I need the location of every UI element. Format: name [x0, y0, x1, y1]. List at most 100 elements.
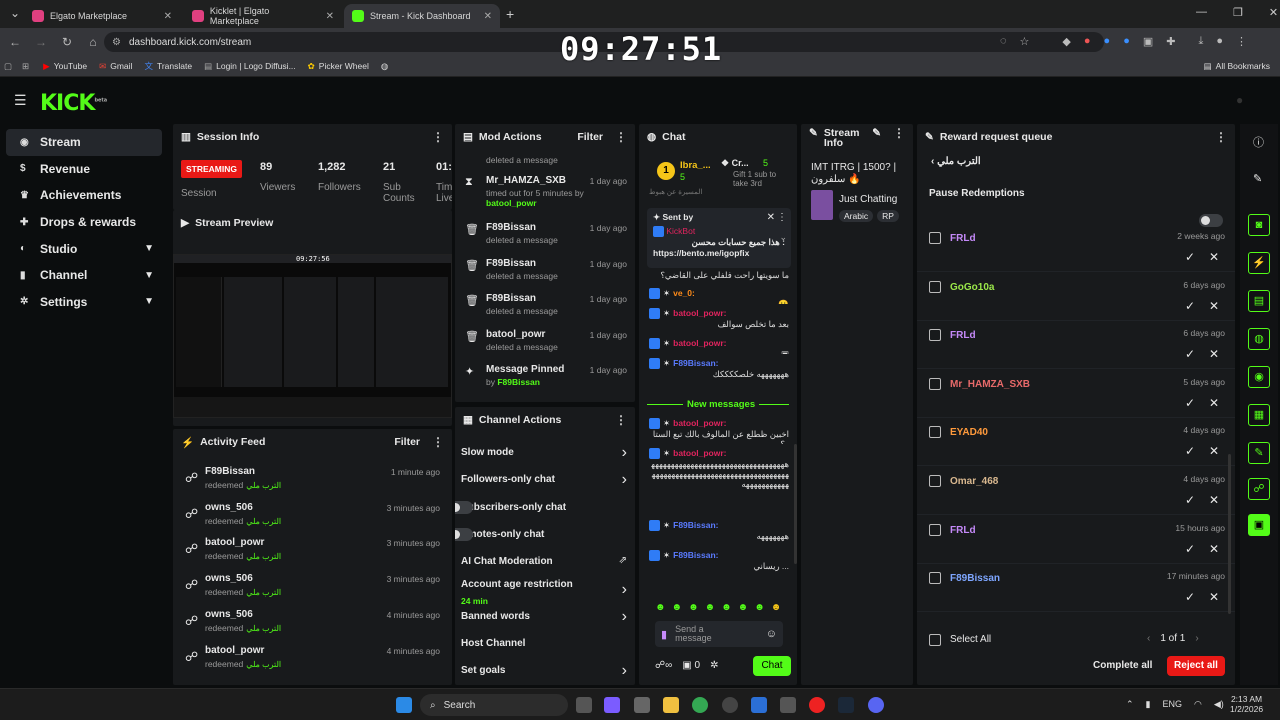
reward-request-item[interactable]: FRLd 2 weeks ago ✓ ✕ [917, 226, 1235, 272]
tab-kick-dashboard[interactable]: Stream - Kick Dashboard ✕ [344, 4, 500, 28]
category-thumbnail[interactable] [811, 190, 833, 220]
more-options-icon[interactable]: ⋮ [1215, 130, 1227, 144]
channel-action-toggle[interactable] [455, 527, 473, 541]
channel-action-item[interactable]: Banned words › [455, 605, 635, 631]
top-gifter-name[interactable]: Ibra_... [680, 160, 711, 171]
chat-input[interactable]: ▮ Send a message ☺ [655, 621, 783, 647]
chat-message[interactable]: ✶ve_0:🙂 [649, 288, 789, 304]
request-user[interactable]: F89Bissan [950, 573, 1000, 584]
request-checkbox[interactable] [929, 426, 941, 439]
filter-button[interactable]: Filter [394, 436, 420, 448]
emote-icon[interactable]: ☻ [771, 602, 782, 613]
sidebar-item-stream[interactable]: ◉ Stream [6, 129, 162, 156]
reject-close-icon[interactable]: ✕ [1209, 493, 1219, 507]
chat-message[interactable]: ✶ F89Bissan: ريساني ... [649, 550, 789, 584]
reject-close-icon[interactable]: ✕ [1209, 299, 1219, 313]
bolt-tool-icon[interactable]: ⚡ [1248, 252, 1270, 274]
mic-icon[interactable]: ▮ [1146, 699, 1151, 710]
chat-username[interactable]: batool_powr: [673, 308, 726, 318]
request-user[interactable]: FRLd [950, 525, 976, 536]
copilot-icon[interactable] [604, 697, 620, 713]
reject-close-icon[interactable]: ✕ [1209, 396, 1219, 410]
bookmark-picker-wheel[interactable]: ✿ Picker Wheel [308, 61, 369, 72]
reward-request-item[interactable]: GoGo10a 6 days ago ✓ ✕ [917, 275, 1235, 321]
approve-check-icon[interactable]: ✓ [1185, 542, 1195, 556]
pinned-link[interactable]: https://bento.me/igopfix [653, 248, 785, 258]
bookmark-globe[interactable]: ◍ [381, 61, 388, 72]
chat-message[interactable]: ما سويتها راحت فلفلي على القاضي؟ [649, 270, 789, 284]
reject-close-icon[interactable]: ✕ [1209, 347, 1219, 361]
info-icon[interactable]: ⓘ [1253, 134, 1264, 150]
request-checkbox[interactable] [929, 523, 941, 536]
emote-icon[interactable]: ☻ [655, 602, 666, 613]
more-options-icon[interactable]: ⋮ [615, 130, 627, 144]
more-options-icon[interactable]: ⋮ [432, 130, 444, 144]
kick-logo[interactable]: KICKbeta [40, 91, 107, 116]
layout-tool-icon[interactable]: ▦ [1248, 404, 1270, 426]
reject-close-icon[interactable]: ✕ [1209, 542, 1219, 556]
request-checkbox[interactable] [929, 329, 941, 342]
tab-close-icon[interactable]: ✕ [484, 11, 492, 22]
broadcast-tool-icon[interactable]: ◉ [1248, 366, 1270, 388]
tray-clock[interactable]: 2:13 AM 1/2/2026 [1230, 694, 1263, 714]
reward-back[interactable]: ‹ الترب ملي [931, 156, 981, 167]
request-user[interactable]: EYAD40 [950, 427, 988, 438]
mic-icon[interactable]: ▮ [661, 628, 667, 641]
bookmark-login[interactable]: ▤ Login | Logo Diffusi... [204, 61, 296, 72]
sidebar-item-revenue[interactable]: $ Revenue [6, 156, 162, 183]
edit-icon[interactable]: ✎ [872, 128, 881, 139]
filter-button[interactable]: Filter [577, 131, 603, 143]
reward-request-item[interactable]: FRLd 6 days ago ✓ ✕ [917, 323, 1235, 370]
extension-icon[interactable]: ● [1104, 35, 1111, 48]
approve-check-icon[interactable]: ✓ [1185, 444, 1195, 458]
channel-action-item[interactable]: AI Chat Moderation ⇗ [455, 550, 635, 576]
bookmark-youtube[interactable]: ▶ YouTube [43, 61, 87, 72]
channel-action-item[interactable]: Set goals › [455, 659, 635, 685]
app-icon[interactable] [722, 697, 738, 713]
unpin-icon[interactable]: ✕ [767, 212, 775, 223]
chevron-up-icon[interactable]: ⌃ [1126, 699, 1134, 710]
forward-arrow-icon[interactable]: → [28, 35, 54, 49]
hamburger-menu-icon[interactable]: ☰ [14, 92, 27, 109]
activity-item[interactable]: ☍ owns_506 3 minutes ago redeemed الترب ملي [173, 571, 452, 605]
new-tab-plus-icon[interactable]: + [506, 6, 514, 22]
reject-all-button[interactable]: Reject all [1167, 656, 1225, 676]
channel-action-item[interactable]: Slow mode › [455, 441, 635, 467]
mod-action-item[interactable]: 🗑 F89Bissan 1 day ago deleted a message [455, 256, 635, 292]
chat-username[interactable]: ve_0: [673, 288, 695, 298]
back-arrow-icon[interactable]: ← [2, 35, 28, 49]
select-all-checkbox[interactable] [929, 634, 941, 646]
reject-close-icon[interactable]: ✕ [1209, 444, 1219, 458]
wifi-icon[interactable]: ◠ [1194, 699, 1202, 710]
send-chat-button[interactable]: Chat [753, 656, 791, 676]
eye-off-icon[interactable]: ◌ [1000, 35, 1007, 48]
emote-icon[interactable]: ☻ [738, 602, 749, 613]
taskbar-search[interactable]: ⌕ Search [420, 694, 568, 716]
chat-username[interactable]: batool_powr: [673, 418, 726, 428]
minimize-icon[interactable]: — [1196, 6, 1207, 19]
top-gifter-2[interactable]: ❖ Cr... [721, 158, 749, 169]
windows-start-icon[interactable] [396, 697, 412, 713]
tab-kicklet[interactable]: Kicklet | Elgato Marketplace ✕ [184, 4, 342, 28]
tag-chip[interactable]: Arabic [839, 210, 874, 222]
activity-item[interactable]: ☍ F89Bissan 1 minute ago redeemed الترب ملي [173, 464, 452, 498]
emote-icon[interactable]: ☻ [672, 602, 683, 613]
queue-scrollbar[interactable] [1228, 454, 1231, 614]
download-icon[interactable]: ⤓ [1198, 35, 1203, 48]
chrome-icon[interactable] [692, 697, 708, 713]
mod-action-item[interactable]: 🗑 F89Bissan 1 day ago deleted a message [455, 220, 635, 256]
approve-check-icon[interactable]: ✓ [1185, 493, 1195, 507]
pencil-icon[interactable]: ✎ [1253, 172, 1262, 185]
approve-check-icon[interactable]: ✓ [1185, 299, 1195, 313]
app-icon[interactable] [751, 697, 767, 713]
sidebar-item-settings[interactable]: ✲ Settings ▼ [6, 289, 162, 316]
tag-chip[interactable]: RP [877, 210, 899, 222]
emote-icon[interactable]: ☻ [688, 602, 699, 613]
site-info-icon[interactable]: ⚙ [112, 37, 121, 48]
chat-message[interactable]: ✶ F89Bissan: هههههههه خلصككككك [649, 358, 789, 384]
reload-icon[interactable]: ↻ [54, 35, 80, 49]
extension-icon[interactable]: ▣ [1143, 35, 1153, 48]
stream-preview-video[interactable]: 09:27:56 [173, 254, 452, 418]
apps-grid-icon[interactable]: ⊞ [22, 61, 29, 72]
request-checkbox[interactable] [929, 232, 941, 244]
